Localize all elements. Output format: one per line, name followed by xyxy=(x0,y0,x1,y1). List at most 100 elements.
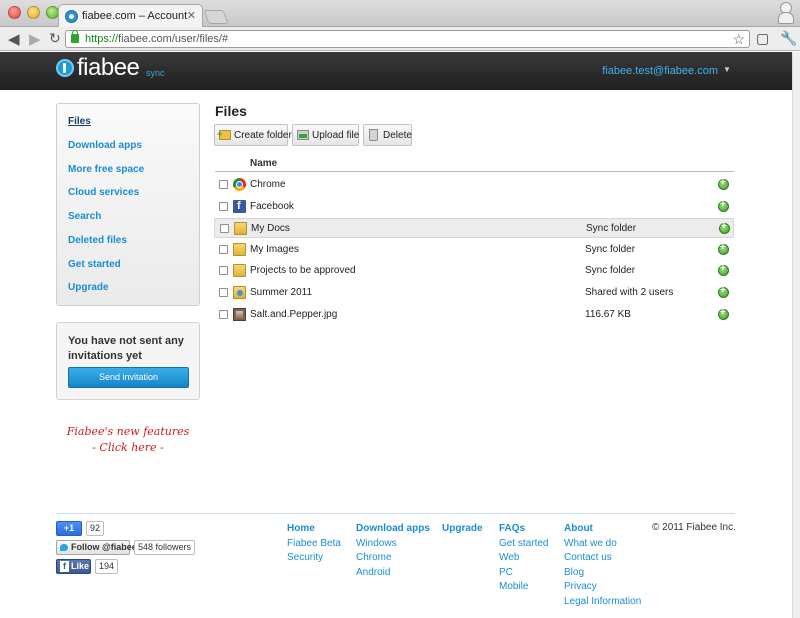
url-text[interactable]: https://fiabee.com/user/files/# xyxy=(85,33,228,45)
file-row[interactable]: Salt.and.Pepper.jpg 116.67 KB xyxy=(214,305,734,325)
footer-link-web[interactable]: Web xyxy=(499,551,548,566)
upload-file-button[interactable]: Upload file xyxy=(292,124,359,146)
twitter-follow-button[interactable]: Follow @fiabee xyxy=(56,540,137,555)
sidebar-item-upgrade[interactable]: Upgrade xyxy=(68,282,109,293)
file-row[interactable]: Summer 2011 Shared with 2 users xyxy=(214,283,734,303)
copyright-text: © 2011 Fiabee Inc. xyxy=(652,522,736,533)
footer-divider xyxy=(56,513,735,514)
wrench-icon[interactable]: 🔧 xyxy=(780,30,797,47)
tab-title: fiabee.com – Account xyxy=(82,10,188,22)
footer-link-upgrade[interactable]: Upgrade xyxy=(442,522,483,537)
url-scheme: https:// xyxy=(85,33,119,45)
file-name[interactable]: Chrome xyxy=(250,179,286,190)
row-checkbox[interactable] xyxy=(219,266,228,275)
invitations-message: You have not sent any invitations yet xyxy=(68,335,184,362)
minimize-window-button[interactable] xyxy=(27,6,40,19)
footer-link-pc[interactable]: PC xyxy=(499,566,548,581)
user-email-menu[interactable]: fiabee.test@fiabee.com xyxy=(602,65,718,77)
file-name[interactable]: Salt.and.Pepper.jpg xyxy=(250,309,337,320)
page-menu-icon[interactable]: ▢ xyxy=(756,30,769,47)
file-row[interactable]: Chrome xyxy=(214,175,734,195)
footer-link-windows[interactable]: Windows xyxy=(356,537,430,552)
profile-icon[interactable] xyxy=(778,2,794,24)
footer-link-chrome[interactable]: Chrome xyxy=(356,551,430,566)
reload-icon[interactable]: ↻ xyxy=(49,30,61,47)
file-row[interactable]: My Images Sync folder xyxy=(214,240,734,260)
footer-link-legal-information[interactable]: Legal Information xyxy=(564,595,641,610)
back-arrow-icon[interactable]: ◀ xyxy=(8,30,20,48)
file-name[interactable]: My Images xyxy=(250,244,299,255)
row-checkbox[interactable] xyxy=(219,202,228,211)
browser-tab-active[interactable]: fiabee.com – Account ✕ xyxy=(58,4,203,28)
row-checkbox[interactable] xyxy=(220,224,229,233)
new-features-link[interactable]: Fiabee's new features - Click here - xyxy=(48,424,208,456)
new-tab-button[interactable] xyxy=(203,10,229,24)
sidebar-item-files[interactable]: Files xyxy=(68,116,91,127)
sidebar-item-download-apps[interactable]: Download apps xyxy=(68,140,142,151)
footer-link-faqs[interactable]: FAQs xyxy=(499,522,548,537)
folder-icon xyxy=(233,243,246,256)
gplus-button[interactable]: +1 xyxy=(56,521,82,536)
row-checkbox[interactable] xyxy=(219,288,228,297)
footer-link-get-started[interactable]: Get started xyxy=(499,537,548,552)
page-scrollbar[interactable] xyxy=(792,52,800,618)
close-window-button[interactable] xyxy=(8,6,21,19)
file-name[interactable]: Projects to be approved xyxy=(250,265,356,276)
footer-link-download-apps[interactable]: Download apps xyxy=(356,522,430,537)
fiabee-logo-icon[interactable] xyxy=(56,59,74,77)
row-checkbox[interactable] xyxy=(219,310,228,319)
file-row-selected[interactable]: My Docs Sync folder xyxy=(214,218,734,238)
footer-link-contact-us[interactable]: Contact us xyxy=(564,551,641,566)
add-circle-icon[interactable] xyxy=(718,242,729,255)
fiabee-favicon-icon xyxy=(65,10,78,23)
sidebar-item-deleted-files[interactable]: Deleted files xyxy=(68,235,127,246)
file-name[interactable]: Summer 2011 xyxy=(250,287,312,298)
trash-icon xyxy=(369,129,378,141)
file-row[interactable]: Facebook xyxy=(214,197,734,217)
url-path: fiabee.com/user/files/# xyxy=(118,33,229,45)
row-checkbox[interactable] xyxy=(219,180,228,189)
chrome-icon xyxy=(233,178,246,191)
tab-close-icon[interactable]: ✕ xyxy=(187,9,196,22)
create-folder-label: Create folder xyxy=(234,130,292,141)
forward-arrow-icon[interactable]: ▶ xyxy=(29,30,41,48)
footer-column-download-apps: Download apps Windows Chrome Android xyxy=(356,522,430,580)
add-circle-icon[interactable] xyxy=(718,177,729,190)
sidebar-item-more-free-space[interactable]: More free space xyxy=(68,164,144,175)
delete-button[interactable]: Delete xyxy=(363,124,412,146)
footer-link-fiabee-beta[interactable]: Fiabee Beta xyxy=(287,537,341,552)
footer-column-faqs: FAQs Get started Web PC Mobile xyxy=(499,522,548,595)
add-circle-icon[interactable] xyxy=(718,285,729,298)
add-circle-icon[interactable] xyxy=(718,199,729,212)
logo-text[interactable]: fiabee xyxy=(77,54,140,82)
add-circle-icon[interactable] xyxy=(719,221,730,234)
bookmark-star-icon[interactable]: ☆ xyxy=(732,31,745,48)
footer-link-home[interactable]: Home xyxy=(287,522,341,537)
send-invitation-button[interactable]: Send invitation xyxy=(68,367,189,388)
sidebar-item-search[interactable]: Search xyxy=(68,211,101,222)
footer-link-mobile[interactable]: Mobile xyxy=(499,580,548,595)
footer-link-about[interactable]: About xyxy=(564,522,641,537)
file-name[interactable]: My Docs xyxy=(251,223,290,234)
folder-icon xyxy=(233,264,246,277)
sidebar-item-get-started[interactable]: Get started xyxy=(68,259,121,270)
footer-link-what-we-do[interactable]: What we do xyxy=(564,537,641,552)
add-circle-icon[interactable] xyxy=(718,263,729,276)
file-status: Sync folder xyxy=(585,244,636,255)
footer-link-privacy[interactable]: Privacy xyxy=(564,580,641,595)
footer-link-android[interactable]: Android xyxy=(356,566,430,581)
add-circle-icon[interactable] xyxy=(718,307,729,320)
sidebar-item-cloud-services[interactable]: Cloud services xyxy=(68,187,139,198)
chevron-down-icon[interactable]: ▼ xyxy=(723,65,731,74)
file-name[interactable]: Facebook xyxy=(250,201,294,212)
footer-link-security[interactable]: Security xyxy=(287,551,341,566)
column-header-name[interactable]: Name xyxy=(250,158,277,169)
footer-link-blog[interactable]: Blog xyxy=(564,566,641,581)
file-row[interactable]: Projects to be approved Sync folder xyxy=(214,261,734,281)
facebook-like-button[interactable]: Like xyxy=(56,559,91,574)
create-folder-button[interactable]: Create folder xyxy=(214,124,292,146)
row-checkbox[interactable] xyxy=(219,245,228,254)
new-features-line2: - Click here - xyxy=(92,441,164,454)
footer-column-home: Home Fiabee Beta Security xyxy=(287,522,341,566)
address-bar[interactable]: https://fiabee.com/user/files/# ☆ xyxy=(65,30,750,48)
